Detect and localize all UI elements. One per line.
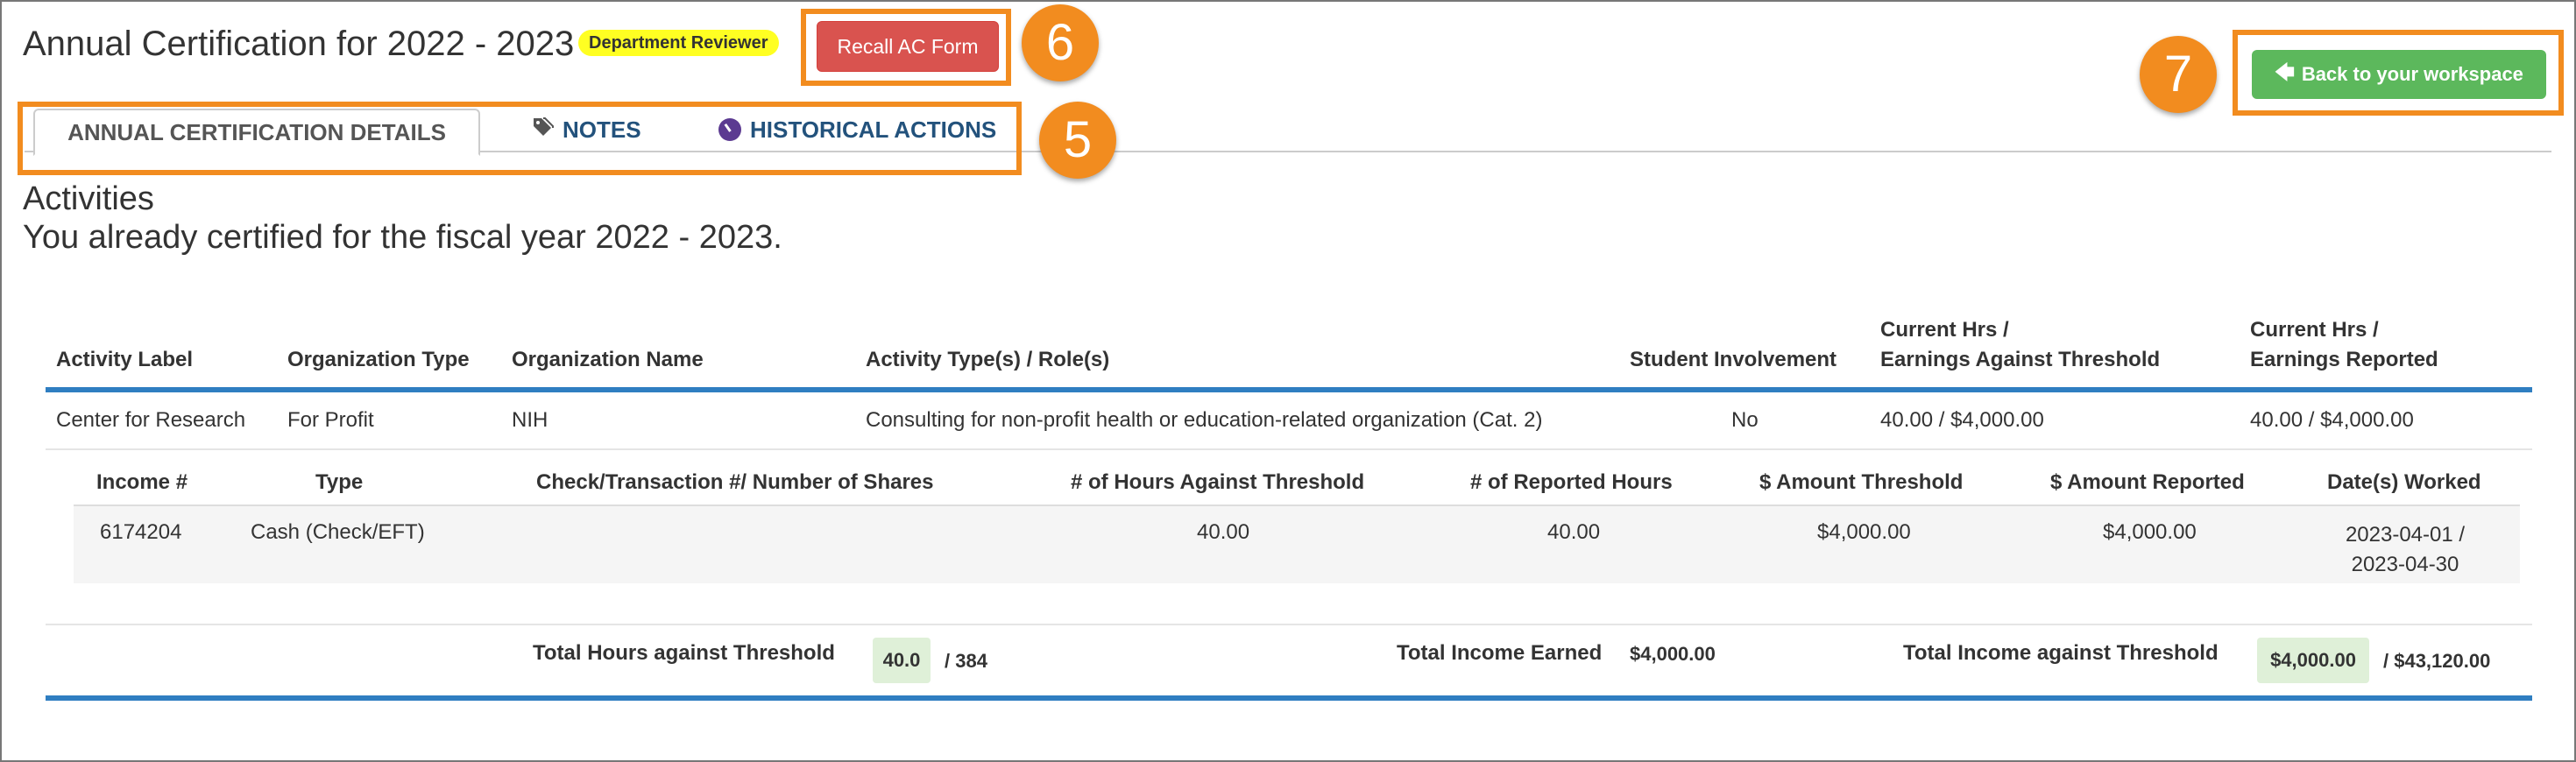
cell-income-type: Cash (Check/EFT) bbox=[251, 520, 425, 544]
total-hours-value: 40.0 bbox=[873, 638, 931, 683]
cell-student-involvement: No bbox=[1731, 408, 1759, 432]
total-income-threshold-max: / $43,120.00 bbox=[2383, 650, 2491, 672]
header-current-reported: Current Hrs / Earnings Reported bbox=[2250, 315, 2438, 375]
header-organization-type: Organization Type bbox=[287, 348, 470, 371]
header-line: Current Hrs / bbox=[1880, 318, 2009, 342]
page-title: Annual Certification for 2022 - 2023 bbox=[23, 25, 575, 63]
header-activity-label: Activity Label bbox=[56, 348, 194, 371]
cell-income-number: 6174204 bbox=[100, 520, 182, 544]
date-line: 2023-04-30 bbox=[2351, 553, 2459, 576]
header-income-number: Income # bbox=[96, 470, 188, 494]
cell-dates-worked: 2023-04-01 / 2023-04-30 bbox=[2313, 520, 2497, 580]
cell-current-threshold: 40.00 / $4,000.00 bbox=[1880, 408, 2044, 432]
arrow-left-icon: 🡄 bbox=[2275, 61, 2295, 83]
total-income-earned-label: Total Income Earned bbox=[1397, 641, 1603, 665]
back-button-label: Back to your workspace bbox=[2301, 63, 2523, 85]
tabs-highlight-box bbox=[18, 102, 1022, 175]
section-title: Activities bbox=[23, 180, 154, 217]
cell-hours-against-threshold: 40.00 bbox=[1197, 520, 1250, 544]
row-divider bbox=[46, 448, 2532, 450]
callout-5: 5 bbox=[1039, 102, 1116, 179]
cell-reported-hours: 40.00 bbox=[1547, 520, 1601, 544]
header-line: Current Hrs / bbox=[2250, 318, 2379, 342]
header-amount-threshold: $ Amount Threshold bbox=[1759, 470, 1964, 494]
header-check-transaction: Check/Transaction #/ Number of Shares bbox=[536, 470, 934, 494]
certified-message: You already certified for the fiscal yea… bbox=[23, 219, 782, 256]
table-footer-rule bbox=[46, 695, 2532, 701]
header-reported-hours: # of Reported Hours bbox=[1470, 470, 1673, 494]
header-organization-name: Organization Name bbox=[512, 348, 704, 371]
cell-activity-label: Center for Research bbox=[56, 408, 246, 432]
header-dates-worked: Date(s) Worked bbox=[2327, 470, 2481, 494]
cell-amount-reported: $4,000.00 bbox=[2103, 520, 2197, 544]
back-to-workspace-button[interactable]: 🡄 Back to your workspace bbox=[2252, 50, 2546, 99]
role-badge: Department Reviewer bbox=[578, 30, 779, 56]
callout-7: 7 bbox=[2140, 36, 2217, 113]
header-current-threshold: Current Hrs / Earnings Against Threshold bbox=[1880, 315, 2160, 375]
recall-ac-form-button[interactable]: Recall AC Form bbox=[817, 21, 999, 72]
cell-organization-name: NIH bbox=[512, 408, 548, 432]
cell-activity-types: Consulting for non-profit health or educ… bbox=[866, 408, 1543, 432]
income-row-background bbox=[74, 506, 2520, 583]
cell-amount-threshold: $4,000.00 bbox=[1817, 520, 1911, 544]
total-hours-max: / 384 bbox=[945, 650, 987, 672]
totals-divider bbox=[46, 624, 2532, 625]
total-hours-label: Total Hours against Threshold bbox=[533, 641, 835, 665]
callout-6: 6 bbox=[1022, 4, 1099, 81]
header-activity-types: Activity Type(s) / Role(s) bbox=[866, 348, 1110, 371]
table-header-rule bbox=[46, 387, 2532, 392]
header-hours-against-threshold: # of Hours Against Threshold bbox=[1071, 470, 1365, 494]
cell-organization-type: For Profit bbox=[287, 408, 374, 432]
total-income-earned-value: $4,000.00 bbox=[1630, 643, 1716, 665]
header-line: Earnings Reported bbox=[2250, 348, 2438, 371]
header-student-involvement: Student Involvement bbox=[1630, 348, 1837, 371]
header-income-type: Type bbox=[315, 470, 364, 494]
total-income-threshold-label: Total Income against Threshold bbox=[1903, 641, 2219, 665]
total-income-threshold-value: $4,000.00 bbox=[2257, 638, 2369, 683]
header-amount-reported: $ Amount Reported bbox=[2050, 470, 2245, 494]
date-line: 2023-04-01 / bbox=[2345, 523, 2466, 547]
cell-current-reported: 40.00 / $4,000.00 bbox=[2250, 408, 2414, 432]
header-line: Earnings Against Threshold bbox=[1880, 348, 2161, 371]
